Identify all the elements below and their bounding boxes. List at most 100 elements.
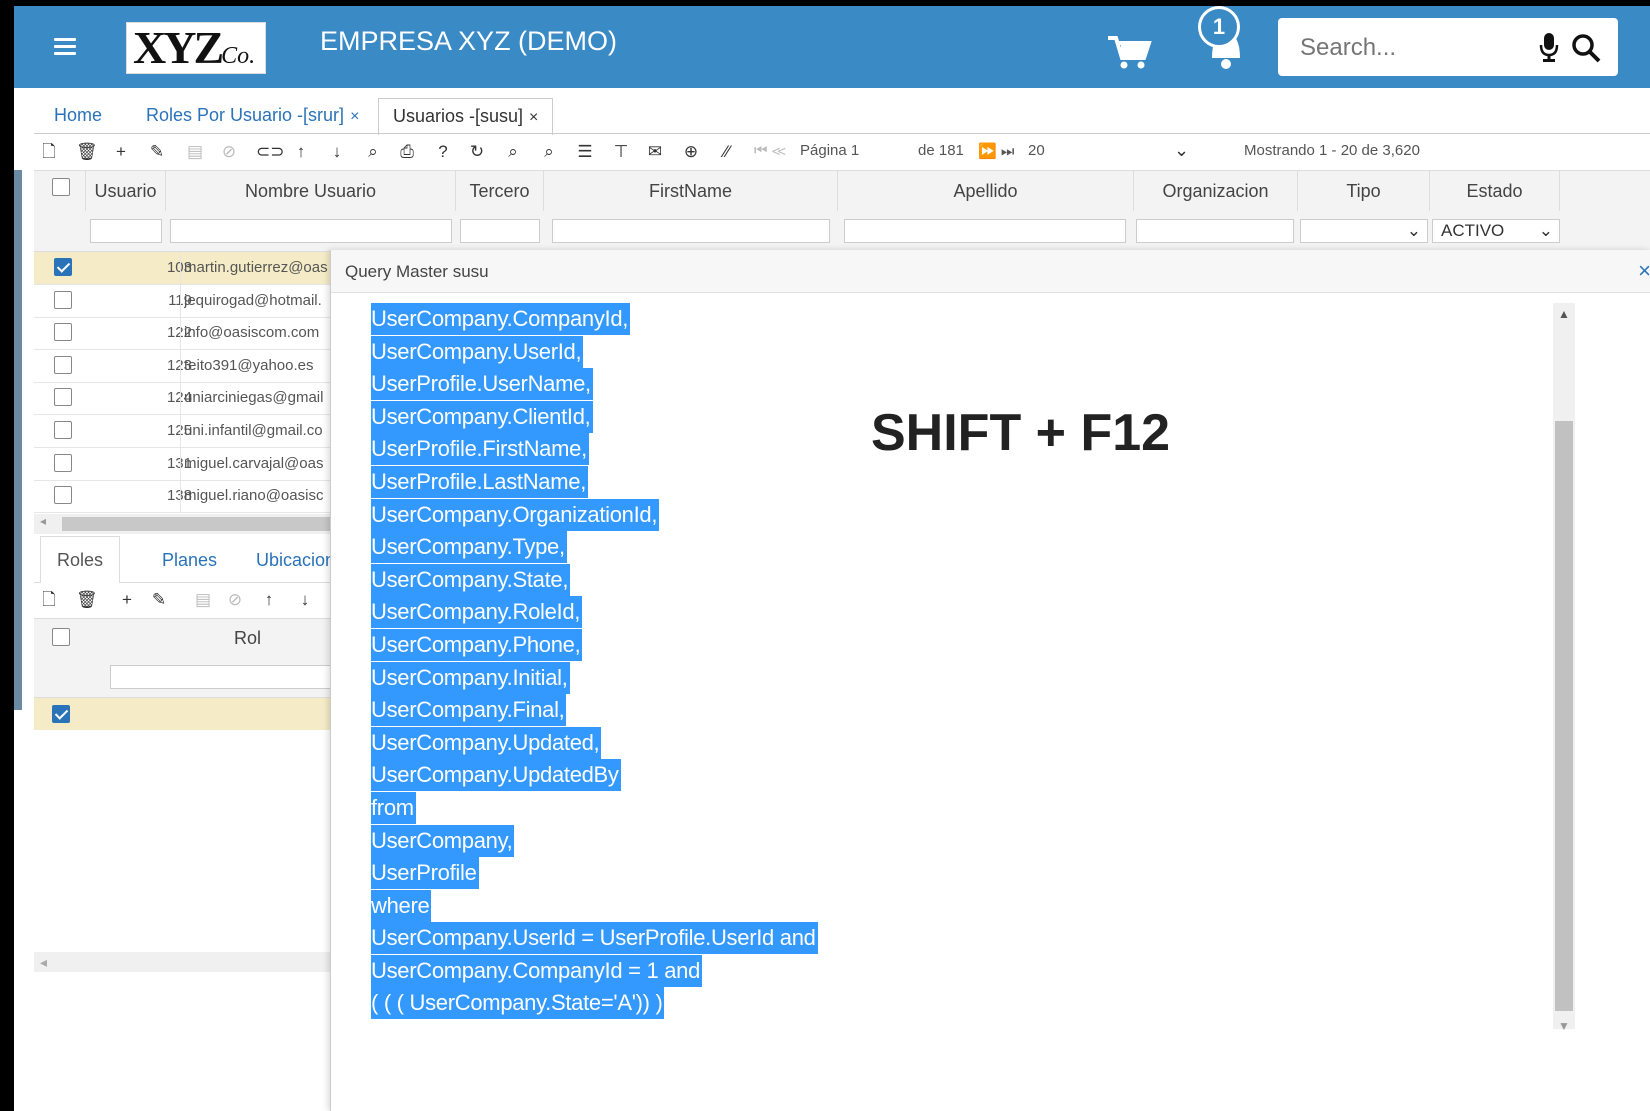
table-row[interactable]: 103martin.gutierrez@oas [34, 252, 334, 285]
column-firstname[interactable]: FirstName [544, 171, 838, 211]
scrollbar-thumb[interactable] [62, 517, 332, 531]
column-apellido[interactable]: Apellido [838, 171, 1134, 211]
row-checkbox[interactable] [54, 290, 72, 309]
sort-ascending-icon[interactable]: ↑ [292, 142, 310, 162]
sql-line: UserCompany.UpdatedBy [371, 759, 1521, 792]
cancel-icon[interactable]: ⊘ [226, 590, 244, 610]
user-id: 138 [104, 487, 192, 504]
user-id: 125 [104, 422, 192, 439]
refresh-icon[interactable]: ↻ [468, 142, 486, 162]
edit-icon[interactable]: ✎ [148, 142, 166, 162]
tab-ubicacion[interactable]: Ubicacion [256, 550, 335, 571]
next-last-page-icon[interactable]: ⏩ ⏭ [978, 142, 1014, 160]
close-tab-icon[interactable]: × [350, 108, 359, 125]
menu-icon[interactable] [54, 38, 76, 56]
select-all-checkbox[interactable] [52, 178, 70, 196]
notification-badge[interactable]: 1 [1198, 6, 1240, 48]
add-circle-icon[interactable]: ⊕ [682, 142, 700, 162]
filter-estado-select[interactable]: ACTIVO ⌄ [1432, 219, 1560, 243]
row-checkbox[interactable] [54, 388, 72, 407]
tab-roles[interactable]: Roles [40, 536, 121, 583]
scrollbar-thumb[interactable] [1555, 421, 1573, 1011]
filter-tercero-input[interactable] [460, 219, 540, 243]
email-icon[interactable]: ✉ [646, 142, 664, 162]
filter-rol-input[interactable] [110, 665, 334, 689]
add-icon[interactable]: + [112, 142, 130, 162]
table-row[interactable]: 124uniarciniegas@gmail [34, 382, 334, 416]
cart-icon[interactable] [1106, 34, 1152, 70]
filter-usuario-input[interactable] [90, 219, 162, 243]
select-all-checkbox[interactable] [52, 628, 70, 646]
column-estado[interactable]: Estado [1430, 171, 1560, 211]
dialog-vertical-scrollbar[interactable]: ▲ ▼ [1553, 303, 1575, 1033]
resize-icon[interactable]: ⁄⁄ [718, 142, 736, 162]
link-icon[interactable]: ⊂⊃ [256, 142, 285, 162]
table-row[interactable]: 125uni.infantil@gmail.co [34, 415, 334, 448]
scroll-left-icon[interactable]: ◂ [40, 514, 46, 528]
page-number[interactable]: Página 1 [800, 142, 859, 159]
search-icon[interactable] [1570, 32, 1602, 64]
tab-planes[interactable]: Planes [162, 550, 217, 571]
column-usuario[interactable]: Usuario [86, 171, 166, 211]
save-icon[interactable]: ▤ [194, 590, 212, 610]
tab-roles-por-usuario[interactable]: Roles Por Usuario -[srur] × [132, 98, 373, 134]
new-document-icon[interactable]: 🗋 [40, 142, 58, 162]
zoom-out-icon[interactable]: ⌕ [540, 142, 558, 162]
new-document-icon[interactable]: 🗋 [40, 590, 58, 610]
find-icon[interactable]: ⌕ [364, 142, 382, 162]
table-row[interactable]: 122info@oasiscom.com [34, 317, 334, 351]
sort-descending-icon[interactable]: ↓ [296, 590, 314, 610]
row-checkbox[interactable] [54, 258, 72, 276]
chevron-down-icon[interactable]: ⌄ [1174, 140, 1189, 161]
scroll-down-icon[interactable]: ▼ [1558, 1019, 1570, 1033]
column-rol[interactable]: Rol [234, 628, 261, 649]
help-icon[interactable]: ? [434, 142, 452, 162]
add-icon[interactable]: + [118, 590, 136, 610]
scroll-up-icon[interactable]: ▲ [1558, 307, 1570, 321]
edit-icon[interactable]: ✎ [150, 590, 168, 610]
tab-home[interactable]: Home [40, 98, 116, 134]
sort-descending-icon[interactable]: ↓ [328, 142, 346, 162]
column-organizacion[interactable]: Organizacion [1134, 171, 1298, 211]
tab-usuarios[interactable]: Usuarios -[susu] × [378, 98, 554, 135]
column-nombre-usuario[interactable]: Nombre Usuario [166, 171, 456, 211]
close-icon[interactable]: × [1638, 258, 1650, 284]
column-tipo[interactable]: Tipo [1298, 171, 1430, 211]
row-checkbox[interactable] [54, 486, 72, 505]
table-row[interactable]: 123teito391@yahoo.es [34, 349, 334, 383]
sort-ascending-icon[interactable]: ↑ [260, 590, 278, 610]
print-icon[interactable]: ⎙ [398, 142, 416, 162]
filter-nombre-input[interactable] [170, 219, 452, 243]
scroll-left-icon[interactable]: ◂ [40, 954, 47, 971]
row-checkbox[interactable] [52, 705, 70, 723]
grid-horizontal-scrollbar[interactable]: ◂ [34, 514, 334, 534]
first-prev-page-icon[interactable]: ⏮ ≪ [754, 142, 786, 159]
delete-icon[interactable]: 🗑 [76, 590, 98, 610]
table-row[interactable]: 131miguel.carvajal@oas [34, 447, 334, 481]
column-tercero[interactable]: Tercero [456, 171, 544, 211]
filter-organizacion-input[interactable] [1136, 219, 1294, 243]
zoom-in-icon[interactable]: ⌕ [504, 142, 522, 162]
row-checkbox[interactable] [54, 453, 72, 472]
detail-horizontal-scrollbar[interactable]: ◂ [34, 952, 334, 972]
detail-row[interactable] [34, 698, 334, 730]
save-icon[interactable]: ▤ [186, 142, 204, 162]
filter-tipo-select[interactable]: ⌄ [1300, 219, 1428, 243]
filter-apellido-input[interactable] [844, 219, 1126, 243]
table-row[interactable]: 138miguel.riano@oasisc [34, 480, 334, 514]
microphone-icon[interactable] [1538, 32, 1560, 62]
search-input[interactable] [1298, 18, 1522, 78]
row-checkbox[interactable] [54, 355, 72, 374]
filter-firstname-input[interactable] [552, 219, 830, 243]
chevron-down-icon: ⌄ [1538, 221, 1553, 240]
delete-icon[interactable]: 🗑 [76, 142, 98, 162]
row-checkbox[interactable] [54, 421, 72, 439]
cancel-icon[interactable]: ⊘ [220, 142, 238, 162]
comment-icon[interactable]: ☰ [576, 142, 594, 162]
row-checkbox[interactable] [54, 323, 72, 342]
pin-icon[interactable]: ⊤ [612, 142, 630, 162]
table-row[interactable]: 119 jequirogad@hotmail. [34, 284, 334, 318]
chevron-down-icon: ⌄ [1406, 221, 1421, 240]
close-tab-icon[interactable]: × [529, 109, 538, 126]
page-size-select[interactable]: 20 [1028, 142, 1045, 159]
